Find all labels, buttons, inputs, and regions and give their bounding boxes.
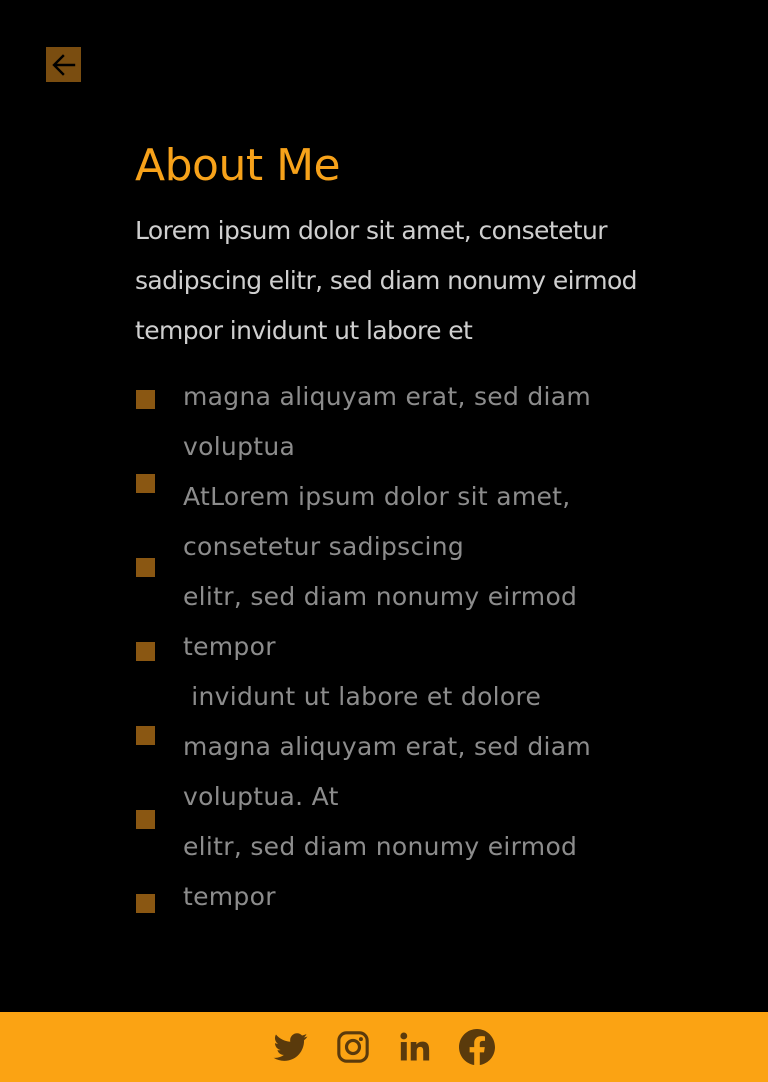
about-section: About Me Lorem ipsum dolor sit amet, con…: [135, 136, 725, 356]
list-item: AtLorem ipsum dolor sit amet,: [183, 482, 571, 511]
linkedin-icon: [398, 1030, 432, 1064]
list-item: elitr, sed diam nonumy eirmod: [183, 582, 578, 611]
twitter-link[interactable]: [271, 1027, 311, 1067]
list-item: invidunt ut labore et dolore: [183, 682, 542, 711]
twitter-icon: [272, 1030, 310, 1064]
list-item: tempor: [183, 882, 276, 911]
list-item: tempor: [183, 632, 276, 661]
list-item: consetetur sadipscing: [183, 532, 465, 561]
list-item: magna aliquyam erat, sed diam: [183, 732, 592, 761]
bullet-marker: [136, 726, 155, 745]
intro-paragraph: Lorem ipsum dolor sit amet, consetetur s…: [135, 216, 638, 345]
bullet-marker: [136, 810, 155, 829]
bullet-marker: [136, 390, 155, 409]
bullet-marker: [136, 642, 155, 661]
facebook-icon: [459, 1029, 495, 1065]
bullet-markers: [135, 372, 155, 922]
instagram-link[interactable]: [333, 1027, 373, 1067]
list-item: voluptua. At: [183, 782, 339, 811]
back-button[interactable]: [46, 47, 81, 82]
list-item: elitr, sed diam nonumy eirmod: [183, 832, 578, 861]
list-item: voluptua: [183, 432, 296, 461]
bullet-marker: [136, 894, 155, 913]
bullet-marker: [136, 558, 155, 577]
facebook-link[interactable]: [457, 1027, 497, 1067]
bullet-marker: [136, 474, 155, 493]
list-item: magna aliquyam erat, sed diam: [183, 382, 592, 411]
bullet-list-text: magna aliquyam erat, sed diam voluptua AtL…: [183, 372, 723, 922]
instagram-icon: [336, 1030, 370, 1064]
page-title: About Me: [135, 140, 341, 191]
linkedin-link[interactable]: [395, 1027, 435, 1067]
bullet-list: magna aliquyam erat, sed diam voluptua AtL…: [135, 372, 735, 922]
arrow-left-icon: [50, 51, 78, 79]
footer: [0, 1012, 768, 1082]
